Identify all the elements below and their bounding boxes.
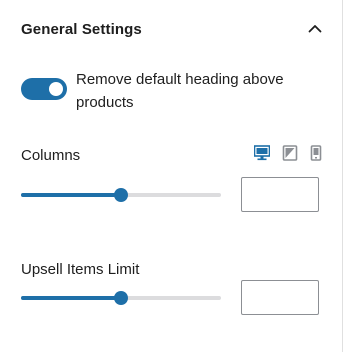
upsell-items-limit-slider[interactable] bbox=[21, 290, 221, 306]
toggle-knob bbox=[49, 82, 63, 96]
settings-panel: General Settings Remove default heading … bbox=[0, 0, 343, 352]
upsell-items-limit-label: Upsell Items Limit bbox=[21, 261, 140, 278]
chevron-up-icon[interactable] bbox=[306, 20, 324, 38]
columns-slider[interactable] bbox=[21, 187, 221, 203]
slider-fill bbox=[21, 296, 121, 300]
section-title: General Settings bbox=[21, 21, 142, 38]
device-switcher bbox=[254, 145, 324, 161]
remove-heading-toggle-row: Remove default heading above products bbox=[21, 68, 321, 116]
upsell-items-limit-input[interactable] bbox=[241, 280, 319, 315]
mobile-icon[interactable] bbox=[308, 145, 324, 161]
remove-heading-label: Remove default heading above products bbox=[76, 71, 284, 111]
general-settings-header[interactable]: General Settings bbox=[0, 0, 342, 60]
tablet-icon[interactable] bbox=[282, 145, 298, 161]
columns-label: Columns bbox=[21, 147, 81, 164]
slider-fill bbox=[21, 193, 121, 197]
remove-heading-toggle[interactable] bbox=[21, 78, 67, 100]
columns-input[interactable] bbox=[241, 177, 319, 212]
slider-thumb[interactable] bbox=[114, 291, 128, 305]
desktop-icon[interactable] bbox=[254, 145, 270, 161]
slider-thumb[interactable] bbox=[114, 188, 128, 202]
